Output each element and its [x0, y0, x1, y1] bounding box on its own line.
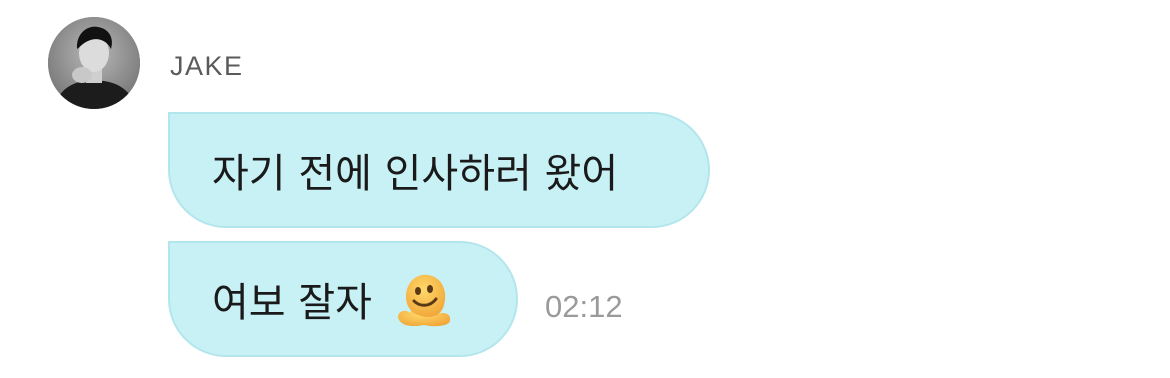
- avatar[interactable]: [48, 17, 140, 109]
- profile-photo-icon: [48, 17, 140, 109]
- melting-face-emoji-icon: [392, 267, 456, 331]
- message-bubble[interactable]: 여보 잘자: [168, 241, 518, 357]
- message-bubble[interactable]: 자기 전에 인사하러 왔어: [168, 112, 710, 228]
- message-text: 자기 전에 인사하러 왔어: [212, 151, 619, 197]
- message-timestamp: 02:12: [545, 289, 623, 324]
- message-text: 여보 잘자: [212, 280, 372, 326]
- sender-name: JAKE: [170, 51, 244, 81]
